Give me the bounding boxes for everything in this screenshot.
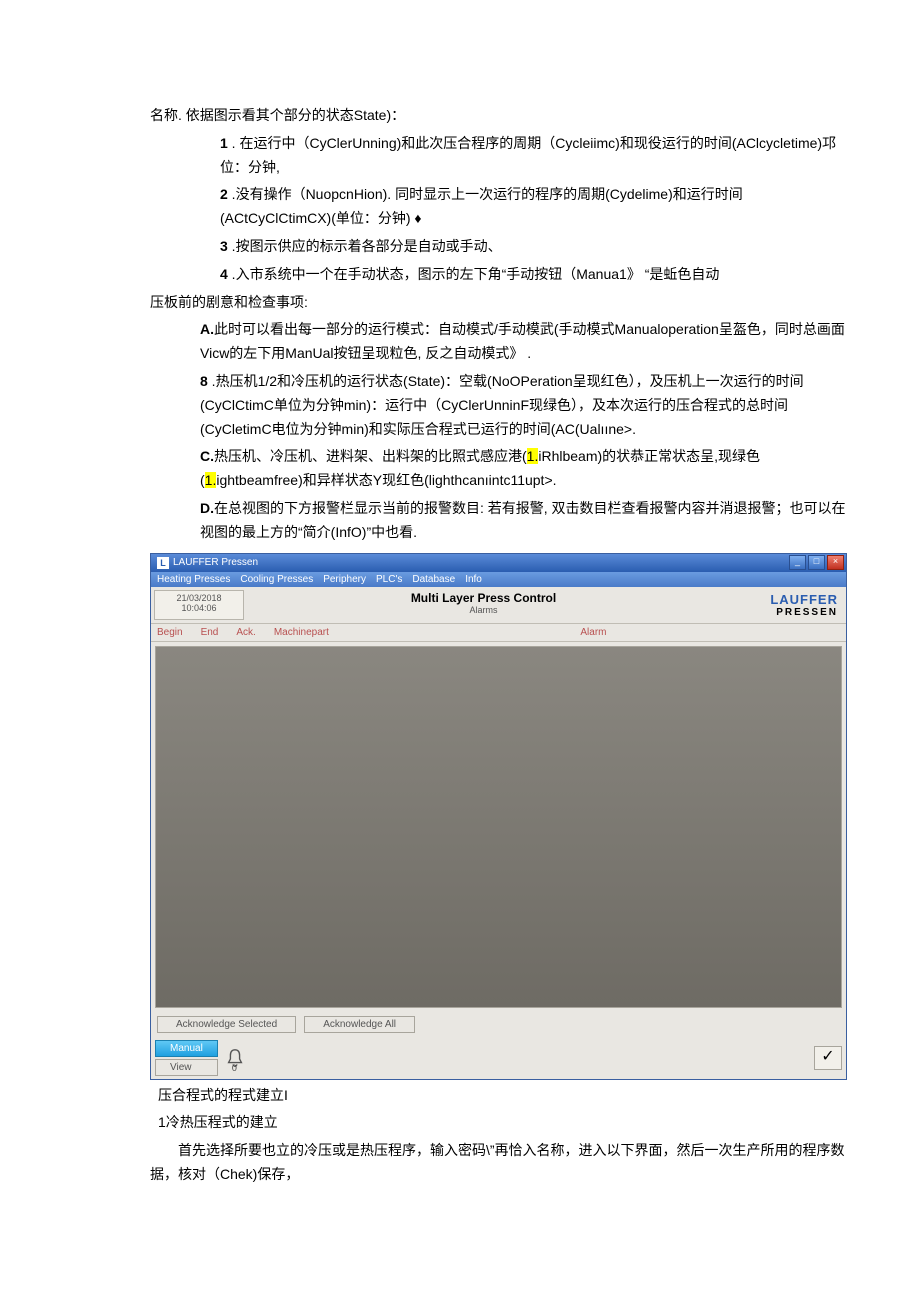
highlight-1: 1.: [527, 448, 539, 464]
window-buttons: _ □ ×: [789, 555, 844, 570]
list-item-1: 1 . 在运行中（CyClerUnning)和此次压合程序的周期（Cycleii…: [70, 132, 850, 180]
menu-database[interactable]: Database: [412, 574, 455, 585]
followup-line: 压板前的剧意和检查事项:: [70, 291, 850, 315]
minimize-button[interactable]: _: [789, 555, 806, 570]
time-text: 10:04:06: [159, 603, 239, 613]
after-line1: 压合程式的程式建立I: [70, 1084, 850, 1108]
col-begin[interactable]: Begin: [157, 627, 183, 638]
confirm-button[interactable]: ✓: [814, 1046, 842, 1070]
header-row: 21/03/2018 10:04:06 Multi Layer Press Co…: [151, 587, 846, 624]
sub-8: 8 .热压机1/2和冷压机的运行状态(State)：空载(NoOPeration…: [70, 370, 850, 441]
sub-c-label: C.: [200, 448, 214, 464]
sub-a-label: A.: [200, 321, 214, 337]
maximize-button[interactable]: □: [808, 555, 825, 570]
header-title-sub: Alarms: [247, 605, 720, 615]
view-button[interactable]: View: [155, 1059, 218, 1076]
menu-info[interactable]: Info: [465, 574, 482, 585]
ack-all-button[interactable]: Acknowledge All: [304, 1016, 415, 1033]
header-title-main: Multi Layer Press Control: [247, 591, 720, 605]
text-1: . 在运行中（CyClerUnning)和此次压合程序的周期（Cycleiimc…: [220, 135, 836, 175]
col-machinepart[interactable]: Machinepart: [274, 627, 329, 638]
list-item-3: 3 .按图示供应的标示着各部分是自动或手动、: [70, 235, 850, 259]
logo-line2: PRESSEN: [728, 607, 838, 618]
after-line2: 1冷热压程式的建立: [70, 1111, 850, 1135]
col-end[interactable]: End: [201, 627, 219, 638]
col-alarm[interactable]: Alarm: [580, 627, 606, 638]
text-2: .没有操作（NuopcnHion). 同时显示上一次运行的程序的周期(Cydel…: [220, 186, 743, 226]
sub-a: A.此时可以看出每一部分的运行模式：自动模式/手动模武(手动模式Manualop…: [70, 318, 850, 366]
bell-icon[interactable]: 0: [224, 1047, 246, 1069]
list-item-4: 4 .入市系统中一个在手动状态，图示的左下角“手动按钮（Manua1》 “是蚯色…: [70, 263, 850, 287]
after-line3: 首先选择所要也立的冷压或是热压程序，输入密码\”再恰入名称，进入以下界面，然后一…: [70, 1139, 850, 1187]
highlight-2: 1.: [205, 472, 217, 488]
menu-cooling[interactable]: Cooling Presses: [240, 574, 313, 585]
manual-button[interactable]: Manual: [155, 1040, 218, 1057]
app-window: L LAUFFER Pressen _ □ × Heating Presses …: [150, 553, 847, 1080]
menubar: Heating Presses Cooling Presses Peripher…: [151, 572, 846, 587]
sub-c-mid2: ightbeamfree)和异样状态Y现红色(lighthcanıintc11u…: [216, 472, 556, 488]
close-button[interactable]: ×: [827, 555, 844, 570]
sub-c: C.热压机、冷压机、进料架、出料架的比照式感应港(1.iRhlbeam)的状恭正…: [70, 445, 850, 493]
ack-selected-button[interactable]: Acknowledge Selected: [157, 1016, 296, 1033]
sub-c-pre: 热压机、冷压机、进料架、出料架的比照式感应港(: [214, 448, 527, 464]
bottom-row: Manual View 0 ✓: [151, 1037, 846, 1079]
menu-plcs[interactable]: PLC's: [376, 574, 402, 585]
menu-periphery[interactable]: Periphery: [323, 574, 366, 585]
columns-row: Begin End Ack. Machinepart Alarm: [151, 624, 846, 642]
sub-a-text: 此时可以看出每一部分的运行模式：自动模式/手动模武(手动模式Manualoper…: [200, 321, 845, 361]
text-3: .按图示供应的标示着各部分是自动或手动、: [228, 238, 502, 254]
bell-count: 0: [232, 1063, 237, 1073]
sub-d-label: D.: [200, 500, 214, 516]
app-icon: L: [157, 557, 169, 569]
sub-8-text: .热压机1/2和冷压机的运行状态(State)：空载(NoOPeration呈现…: [200, 373, 804, 437]
menu-heating[interactable]: Heating Presses: [157, 574, 230, 585]
titlebar: L LAUFFER Pressen _ □ ×: [151, 554, 846, 572]
logo: LAUFFER PRESSEN: [724, 590, 842, 620]
text-4: .入市系统中一个在手动状态，图示的左下角“手动按钮（Manua1》 “是蚯色自动: [228, 266, 720, 282]
date-text: 21/03/2018: [159, 593, 239, 603]
alarm-list-area[interactable]: [155, 646, 842, 1008]
num-4: 4: [220, 266, 228, 282]
num-2: 2: [220, 186, 228, 202]
col-ack[interactable]: Ack.: [236, 627, 255, 638]
sub-d-text: 在总视图的下方报警栏显示当前的报警数目: 若有报警, 双击数目栏查看报警内容并消…: [200, 500, 846, 540]
intro-line: 名称. 依据图示看其个部分的状态State)：: [70, 104, 850, 128]
header-title: Multi Layer Press Control Alarms: [247, 587, 720, 623]
window-title: LAUFFER Pressen: [173, 557, 258, 568]
list-item-2: 2 .没有操作（NuopcnHion). 同时显示上一次运行的程序的周期(Cyd…: [70, 183, 850, 231]
sub-d: D.在总视图的下方报警栏显示当前的报警数目: 若有报警, 双击数目栏查看报警内容…: [70, 497, 850, 545]
ack-row: Acknowledge Selected Acknowledge All: [151, 1012, 846, 1037]
sub-8-label: 8: [200, 373, 208, 389]
num-1: 1: [220, 135, 228, 151]
num-3: 3: [220, 238, 228, 254]
logo-line1: LAUFFER: [728, 592, 838, 607]
datetime-box: 21/03/2018 10:04:06: [154, 590, 244, 620]
